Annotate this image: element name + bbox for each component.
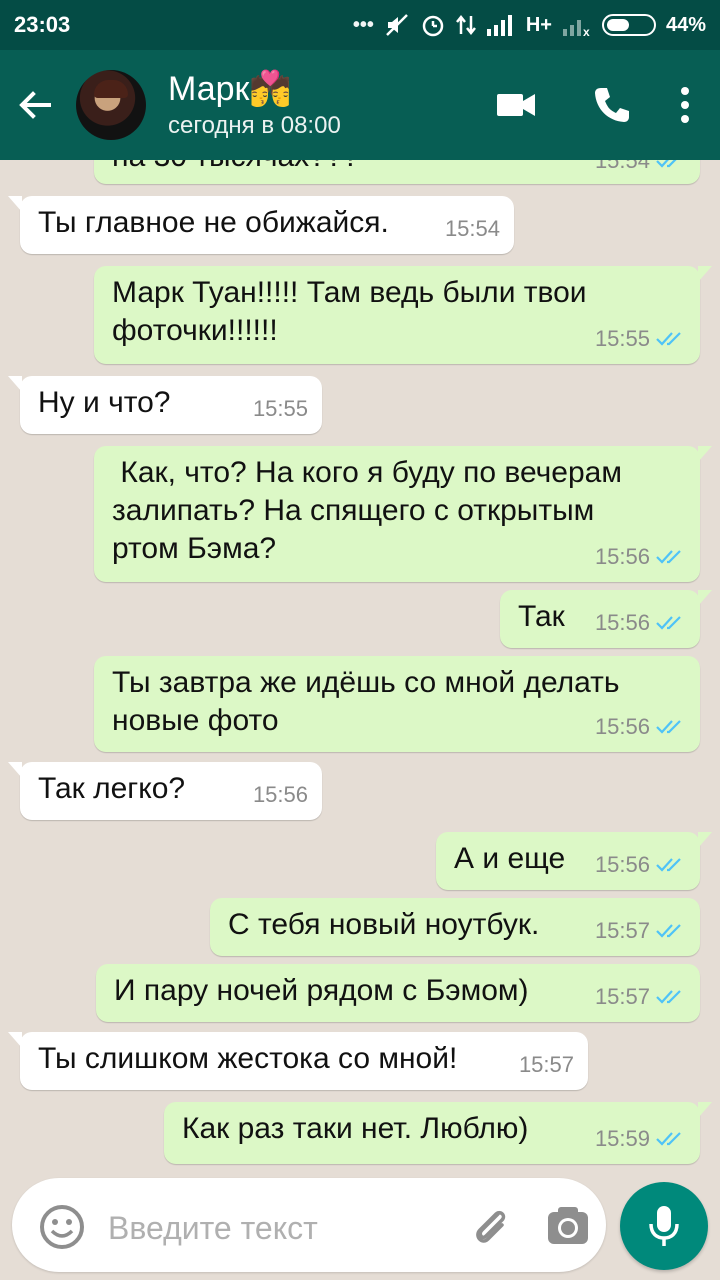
read-ticks-icon [656, 332, 681, 346]
read-ticks-icon [656, 616, 681, 630]
message-incoming[interactable]: Ну и что? 15:55 [8, 376, 322, 434]
message-meta: 15:54 [445, 210, 500, 248]
message-text: Как, что? На кого я буду по вечерам зали… [112, 456, 631, 565]
alarm-icon [422, 15, 444, 37]
message-text: Ты слишком жестока со мной! [38, 1042, 458, 1075]
message-outgoing[interactable]: Ты завтра же идёшь со мной делать новые … [94, 656, 700, 752]
message-incoming[interactable]: Ты слишком жестока со мной! 15:57 [8, 1032, 588, 1090]
composer: Введите текст [0, 1170, 720, 1280]
message-time: 15:54 [594, 160, 650, 173]
message-time: 15:56 [594, 852, 650, 877]
emoji-icon[interactable] [38, 1203, 86, 1251]
attach-icon[interactable] [468, 1204, 514, 1250]
voice-call-button[interactable] [564, 50, 660, 160]
message-time: 15:56 [594, 610, 650, 635]
message-time: 15:57 [518, 1052, 574, 1077]
message-meta: 15:57 [519, 1046, 574, 1084]
signal-weak-icon: x [562, 20, 590, 37]
status-time: 23:03 [14, 12, 71, 37]
message-meta: 15:57 [595, 978, 686, 1016]
message-time: 15:54 [444, 216, 500, 241]
mic-button[interactable] [620, 1182, 708, 1270]
avatar[interactable] [76, 70, 146, 140]
svg-text:x: x [583, 25, 590, 37]
contact-name: Марк💏 [168, 70, 292, 108]
read-ticks-icon [656, 160, 677, 168]
more-options-button[interactable] [660, 50, 710, 160]
signal-icon [486, 15, 512, 36]
message-input-placeholder: Введите текст [108, 1210, 318, 1246]
battery-level: 44% [665, 13, 706, 36]
read-ticks-icon [656, 720, 681, 734]
message-meta: 15:56 [595, 708, 686, 746]
more-vert-icon [681, 87, 689, 123]
battery-icon [601, 14, 656, 36]
mic-icon [649, 1206, 679, 1246]
message-incoming[interactable]: Так легко? 15:56 [8, 762, 322, 820]
message-input[interactable]: Введите текст [12, 1178, 606, 1272]
message-incoming[interactable]: Ты главное не обижайся. 15:54 [8, 196, 514, 254]
message-meta: 15:56 [595, 538, 686, 576]
message-meta: 15:55 [595, 320, 686, 358]
read-ticks-icon [656, 990, 681, 1004]
back-arrow-icon [19, 91, 51, 119]
message-meta: 15:56 [595, 846, 686, 884]
message-time: 15:56 [594, 544, 650, 569]
message-outgoing[interactable]: на 30 тысячах??? 15:54 [94, 160, 700, 184]
video-call-button[interactable] [468, 50, 564, 160]
message-meta: 15:56 [595, 604, 686, 642]
more-dots-icon: ••• [352, 13, 374, 36]
read-ticks-icon [656, 924, 681, 938]
message-text: Марк Туан!!!!! Там ведь были твои фоточк… [112, 276, 587, 347]
read-ticks-icon [656, 550, 681, 564]
message-time: 15:55 [252, 396, 308, 421]
back-button[interactable] [0, 50, 70, 160]
message-meta: 15:55 [253, 390, 308, 428]
message-outgoing[interactable]: Марк Туан!!!!! Там ведь были твои фоточк… [94, 266, 712, 364]
message-time: 15:59 [594, 1126, 650, 1151]
message-list[interactable]: на 30 тысячах??? 15:54 Ты главное не оби… [0, 160, 720, 1170]
camera-icon[interactable] [544, 1202, 592, 1250]
data-arrows-icon [455, 14, 476, 36]
message-outgoing[interactable]: Как раз таки нет. Люблю) 15:59 [164, 1102, 712, 1164]
message-outgoing[interactable]: И пару ночей рядом с Бэмом) 15:57 [96, 964, 700, 1022]
contact-info[interactable]: Марк💏 сегодня в 08:00 [168, 69, 468, 141]
status-bar: 23:03 ••• H+ x 44% [0, 0, 720, 50]
message-time: 15:57 [594, 918, 650, 943]
read-ticks-icon [656, 858, 681, 872]
chat-header: Марк💏 сегодня в 08:00 [0, 50, 720, 160]
message-time: 15:57 [594, 984, 650, 1009]
message-outgoing[interactable]: А и еще 15:56 [436, 832, 712, 890]
message-meta: 15:57 [595, 912, 686, 950]
message-meta: 15:59 [595, 1120, 686, 1158]
mute-icon [385, 14, 408, 36]
read-ticks-icon [656, 1132, 681, 1146]
message-time: 15:55 [594, 326, 650, 351]
network-type: H+ [525, 13, 552, 36]
contact-last-seen: сегодня в 08:00 [168, 112, 341, 139]
message-outgoing[interactable]: С тебя новый ноутбук. 15:57 [210, 898, 700, 956]
phone-icon [595, 88, 629, 122]
message-outgoing[interactable]: Так 15:56 [500, 590, 712, 648]
message-meta: 15:56 [253, 776, 308, 814]
message-time: 15:56 [594, 714, 650, 739]
video-call-icon [497, 94, 535, 116]
message-text: Ты завтра же идёшь со мной делать новые … [112, 666, 620, 737]
status-icons: ••• H+ x 44% [353, 12, 706, 38]
message-time: 15:56 [252, 782, 308, 807]
message-outgoing[interactable]: Как, что? На кого я буду по вечерам зали… [94, 446, 712, 582]
message-text: Ты главное не обижайся. [38, 206, 389, 239]
message-meta: 15:54 [595, 160, 686, 180]
